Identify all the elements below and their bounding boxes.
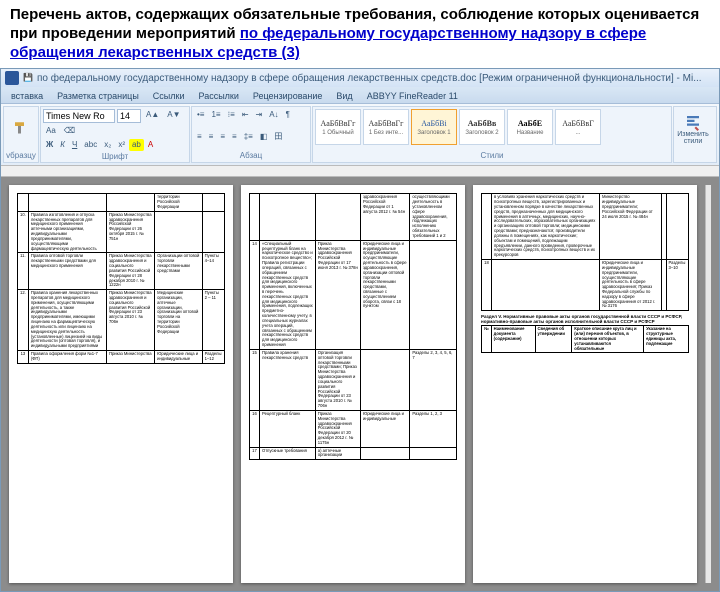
group-font: A▲ A▼ Aa ⌫ Ж К Ч abc x₂ x² ab A Шрифт	[40, 106, 190, 163]
style-0[interactable]: АаБбВвГг1 Обычный	[315, 109, 361, 145]
group-clipboard-label: vбразцу	[6, 151, 36, 160]
group-paragraph-label: Абзац	[194, 151, 308, 160]
page-3: в условиях хранения наркотических средст…	[473, 185, 697, 583]
bold-button[interactable]: Ж	[43, 139, 56, 151]
tab-0[interactable]: вставка	[5, 89, 49, 103]
font-name-select[interactable]	[43, 109, 115, 123]
style-4[interactable]: АаБбЕНазвание	[507, 109, 553, 145]
change-case-button[interactable]: Aa	[43, 125, 59, 137]
align-right-button[interactable]: ≡	[217, 131, 228, 143]
format-painter-button[interactable]	[6, 109, 36, 149]
grow-font-button[interactable]: A▲	[143, 109, 162, 121]
highlight-button[interactable]: ab	[129, 139, 144, 151]
clear-format-button[interactable]: ⌫	[61, 125, 78, 137]
page-1: территории Российской Федерации10.Правил…	[9, 185, 233, 583]
font-size-select[interactable]	[117, 109, 141, 123]
ribbon: vбразцу A▲ A▼ Aa ⌫ Ж К Ч abc x₂ x² ab A	[1, 103, 719, 165]
tab-3[interactable]: Рассылки	[192, 89, 244, 103]
style-3[interactable]: АаБбВвЗаголовок 2	[459, 109, 505, 145]
save-icon[interactable]: 💾	[23, 74, 33, 82]
numbering-button[interactable]: 1≡	[208, 109, 223, 121]
tab-6[interactable]: ABBYY FineReader 11	[361, 89, 464, 103]
tab-2[interactable]: Ссылки	[147, 89, 191, 103]
window-title: по федеральному государственному надзору…	[37, 73, 715, 84]
style-2[interactable]: АаБбВіЗаголовок 1	[411, 109, 457, 145]
tab-4[interactable]: Рецензирование	[247, 89, 329, 103]
borders-button[interactable]: 田	[271, 131, 285, 143]
underline-button[interactable]: Ч	[69, 139, 80, 151]
change-styles-button[interactable]: Изменить стили	[676, 109, 710, 149]
subscript-button[interactable]: x₂	[101, 139, 114, 151]
document-area[interactable]: территории Российской Федерации10.Правил…	[1, 177, 719, 591]
word-window: 💾 по федеральному государственному надзо…	[0, 68, 720, 592]
multilevel-button[interactable]: ⁝≡	[225, 109, 238, 121]
show-marks-button[interactable]: ¶	[283, 109, 293, 121]
shrink-font-button[interactable]: A▼	[164, 109, 183, 121]
line-spacing-button[interactable]: ‡≡	[241, 131, 256, 143]
page-2: здравоохранения Российской Федерации от …	[241, 185, 465, 583]
ribbon-tabs: вставкаРазметка страницыСсылкиРассылкиРе…	[1, 87, 719, 103]
style-5[interactable]: АаБбВвГ...	[555, 109, 601, 145]
ruler[interactable]	[1, 165, 719, 177]
group-paragraph: •≡ 1≡ ⁝≡ ⇤ ⇥ A↓ ¶ ≡ ≡ ≡ ≡ ‡≡ ◧ 田	[191, 106, 311, 163]
group-font-label: Шрифт	[43, 152, 187, 161]
group-clipboard: vбразцу	[3, 106, 39, 163]
sort-button[interactable]: A↓	[266, 109, 281, 121]
group-change-styles: Изменить стили	[673, 106, 717, 163]
slide-title: Перечень актов, содержащих обязательные …	[0, 0, 720, 66]
font-color-button[interactable]: A	[145, 139, 156, 151]
vertical-scrollbar[interactable]	[705, 185, 711, 583]
bullets-button[interactable]: •≡	[194, 109, 207, 121]
indent-button[interactable]: ⇥	[253, 109, 266, 121]
group-styles: АаБбВвГг1 ОбычныйАаБбВвГг1 Без инте...Аа…	[312, 106, 672, 163]
italic-button[interactable]: К	[57, 139, 68, 151]
align-left-button[interactable]: ≡	[194, 131, 205, 143]
tab-1[interactable]: Разметка страницы	[51, 89, 145, 103]
superscript-button[interactable]: x²	[115, 139, 128, 151]
align-center-button[interactable]: ≡	[206, 131, 217, 143]
group-styles-label: Стили	[315, 151, 669, 160]
strike-button[interactable]: abc	[81, 139, 100, 151]
style-1[interactable]: АаБбВвГг1 Без инте...	[363, 109, 409, 145]
titlebar: 💾 по федеральному государственному надзо…	[1, 69, 719, 87]
word-icon	[5, 71, 19, 85]
justify-button[interactable]: ≡	[229, 131, 240, 143]
shading-button[interactable]: ◧	[257, 131, 271, 143]
tab-5[interactable]: Вид	[330, 89, 358, 103]
outdent-button[interactable]: ⇤	[239, 109, 252, 121]
